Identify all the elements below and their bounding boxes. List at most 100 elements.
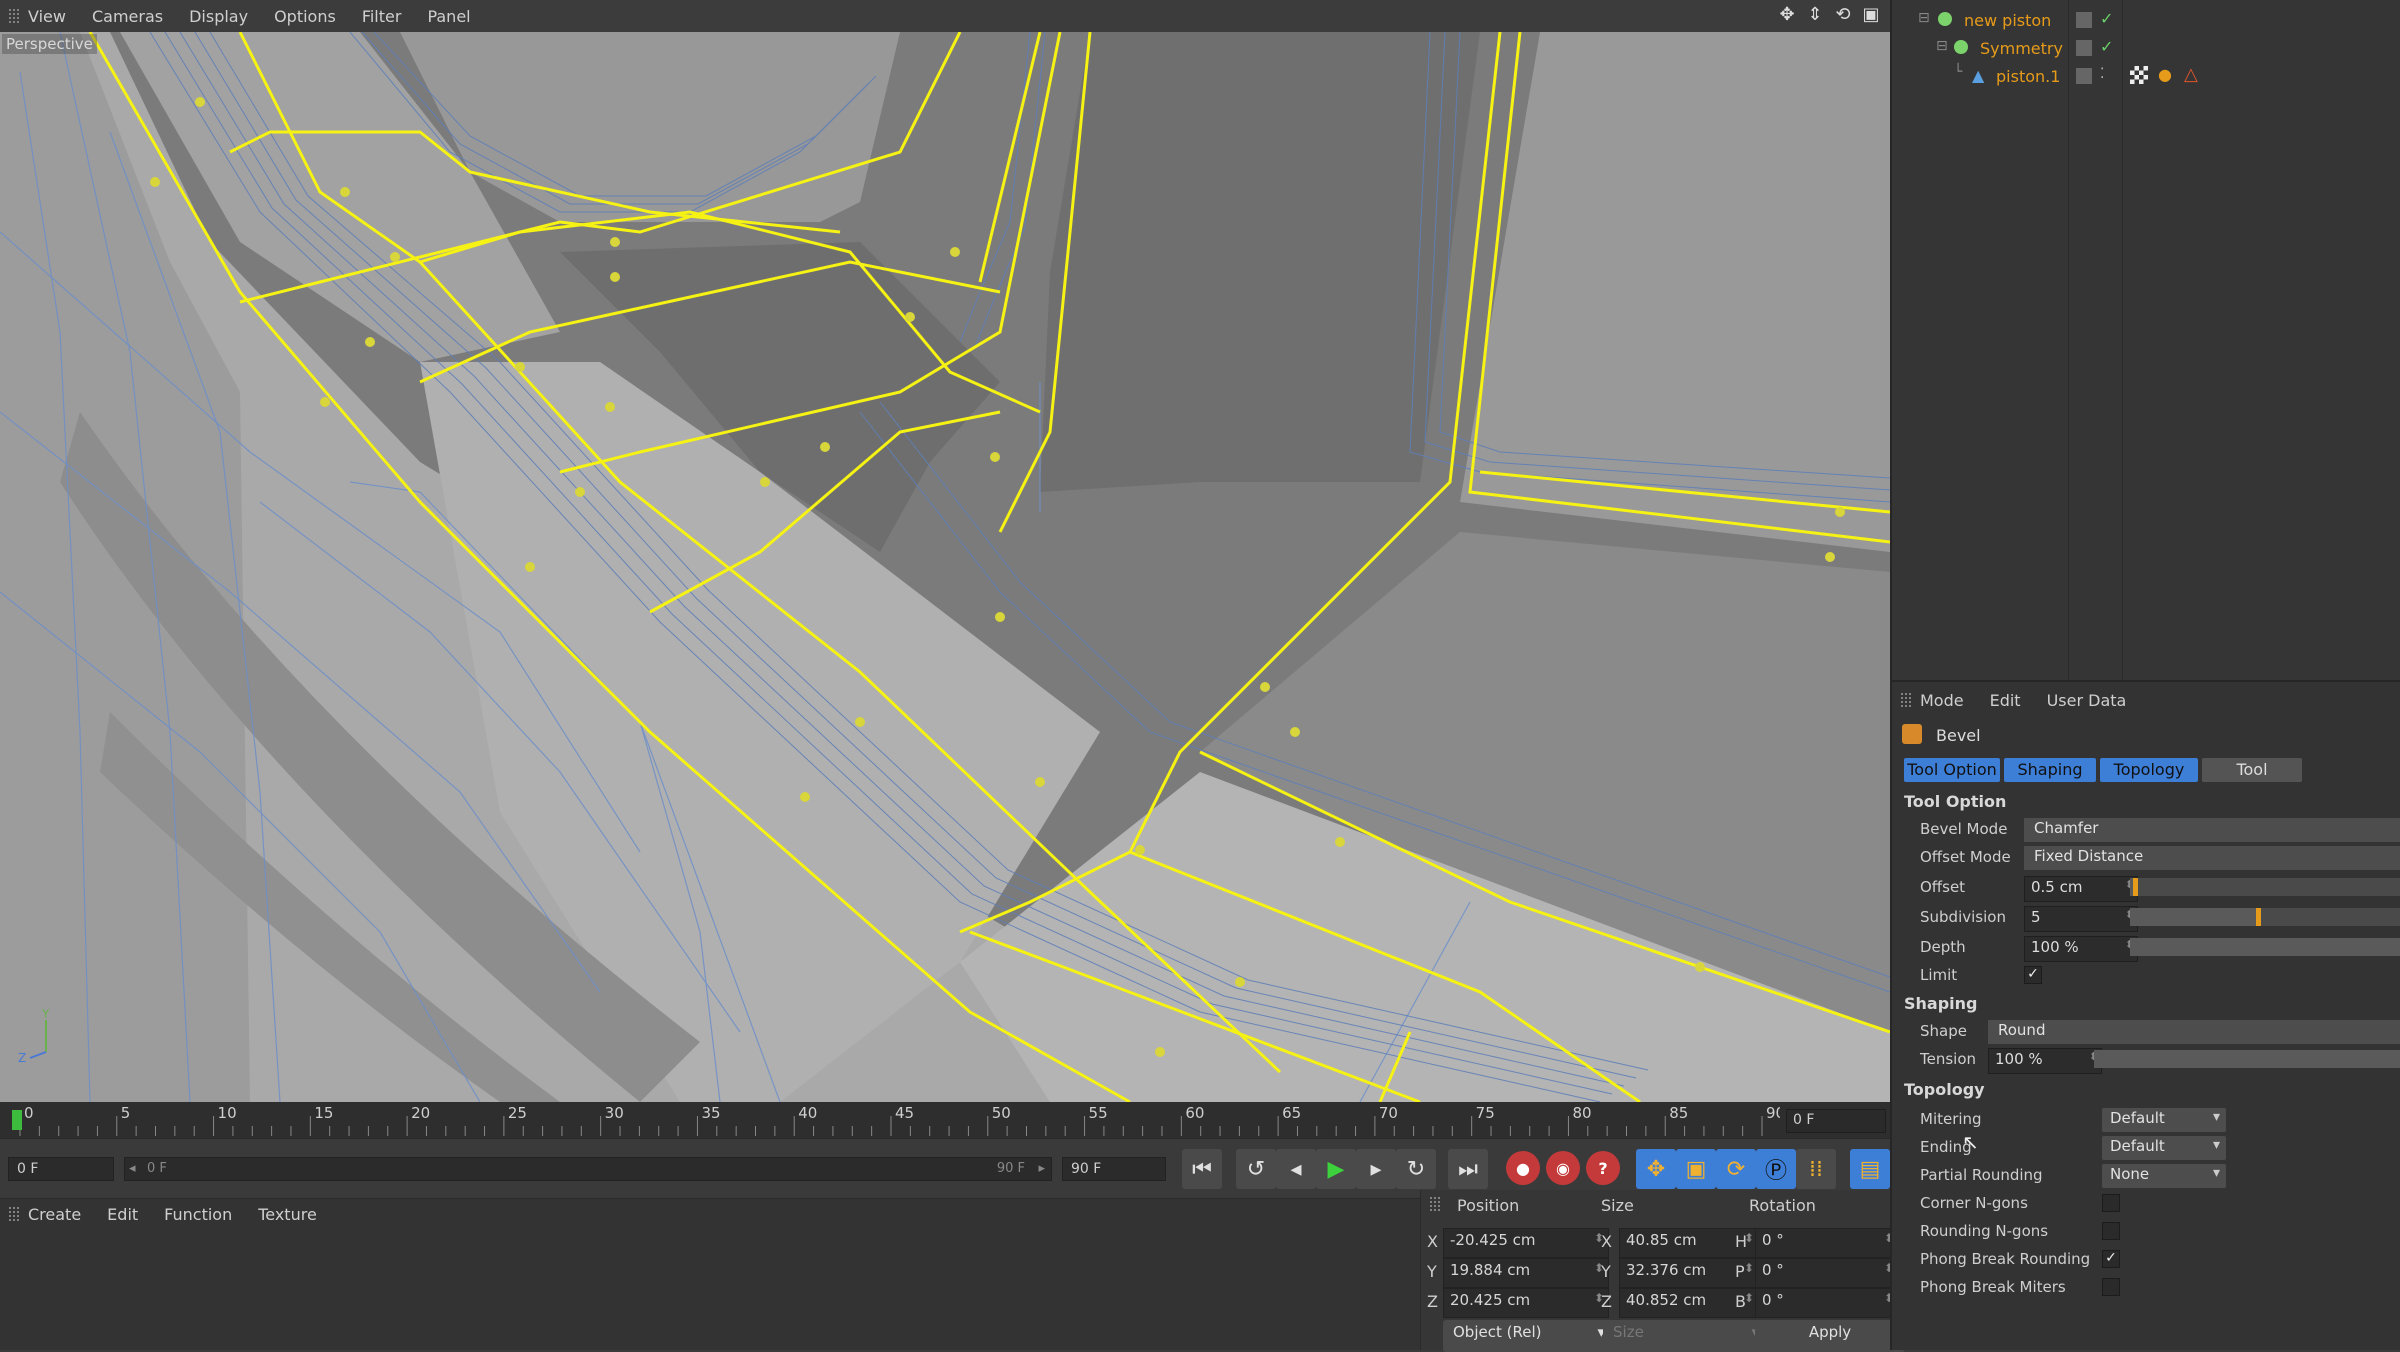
object-row-new-piston[interactable]: ⊟ new piston ✓ [1892,8,2400,36]
timeline-ticks[interactable]: 0 5 10 15 20 25 30 35 40 45 50 55 60 65 70 75 80 85 90 [0,1102,1780,1138]
play-icon[interactable]: ▶ [1316,1149,1356,1189]
layer-icon[interactable] [2076,68,2092,84]
warning-tag-icon[interactable]: △ [2184,64,2198,85]
enabled-check-icon[interactable]: ✓ [2100,9,2113,28]
rotation-h-field[interactable]: 0 ° [1755,1228,1899,1258]
layer-icon[interactable] [2076,12,2092,28]
step-back-icon[interactable]: ◂ [1276,1149,1316,1189]
phong-break-miters-checkbox[interactable] [2102,1278,2120,1296]
tab-topology[interactable]: Topology [2100,758,2198,782]
menu-filter[interactable]: Filter [362,7,402,26]
panel-grip-icon[interactable] [8,1206,20,1222]
ending-dropdown[interactable]: Default [2102,1136,2226,1160]
go-to-end-icon[interactable]: ⏭ [1448,1149,1488,1189]
apply-button[interactable]: Apply [1755,1320,1905,1352]
offset-mode-dropdown[interactable]: Fixed Distance [2024,846,2400,870]
range-right-arrow-icon[interactable]: ▸ [1038,1161,1045,1176]
depth-slider[interactable] [2130,938,2400,956]
point-level-icon[interactable]: ⁞⁞ [1796,1149,1836,1189]
rotate-icon[interactable]: ⟳ [1716,1149,1756,1189]
parameter-icon[interactable]: Ⓟ [1756,1149,1796,1189]
3d-scene[interactable]: Y Z [0,32,1890,1102]
timeline-ruler[interactable]: 0 5 10 15 20 25 30 35 40 45 50 55 60 65 70 75 80 85 90 0 F [0,1102,1890,1138]
go-to-start-icon[interactable]: ⏮ [1182,1149,1222,1189]
orbit-icon[interactable]: ⟲ [1832,4,1854,26]
object-manager[interactable]: ⊟ new piston ✓ ⊟ Symmetry ✓ └ ▲ piston.1… [1890,0,2400,680]
offset-slider[interactable] [2130,878,2400,896]
offset-slider-handle[interactable] [2133,878,2139,896]
current-frame-field[interactable]: 0 F [8,1157,114,1181]
menu-texture[interactable]: Texture [258,1205,317,1224]
viewport-panel[interactable]: View Cameras Display Options Filter Pane… [0,0,1890,1102]
viewport-camera-label[interactable]: Perspective [2,34,97,54]
rounding-ngons-checkbox[interactable] [2102,1222,2120,1240]
move-icon[interactable]: ✥ [1636,1149,1676,1189]
tab-tool-option[interactable]: Tool Option [1904,758,2000,782]
keyframe-selection-icon[interactable]: ? [1586,1151,1620,1185]
object-row-symmetry[interactable]: ⊟ Symmetry ✓ [1892,36,2400,64]
panel-grip-icon[interactable] [1900,692,1912,708]
object-name[interactable]: new piston [1964,11,2051,30]
tab-shaping[interactable]: Shaping [2004,758,2096,782]
next-key-icon[interactable]: ↻ [1396,1149,1436,1189]
texture-tag-icon[interactable] [2130,66,2148,84]
offset-field[interactable]: 0.5 cm [2024,876,2138,902]
tension-slider[interactable] [2094,1050,2400,1068]
menu-view[interactable]: View [28,7,66,26]
maximize-view-icon[interactable]: ▣ [1860,4,1882,26]
scale-icon[interactable]: ▣ [1676,1149,1716,1189]
expand-icon[interactable]: ⊟ [1918,10,1930,26]
position-x-field[interactable]: -20.425 cm [1443,1228,1609,1258]
tab-tool[interactable]: Tool [2202,758,2302,782]
auto-key-icon[interactable]: ◉ [1546,1151,1580,1185]
menu-options[interactable]: Options [274,7,336,26]
object-name[interactable]: piston.1 [1996,67,2060,86]
position-z-field[interactable]: 20.425 cm [1443,1288,1609,1318]
menu-panel[interactable]: Panel [427,7,470,26]
menu-user-data[interactable]: User Data [2047,691,2127,710]
panel-grip-icon[interactable] [8,8,20,24]
timeline-layout-icon[interactable]: ▤ [1850,1149,1890,1189]
material-manager[interactable]: Create Edit Function Texture [0,1198,1420,1350]
limit-checkbox[interactable]: ✓ [2024,966,2042,984]
dolly-icon[interactable]: ⇕ [1804,4,1826,26]
corner-ngons-checkbox[interactable] [2102,1194,2120,1212]
layer-icon[interactable] [2076,40,2092,56]
menu-display[interactable]: Display [189,7,248,26]
partial-rounding-dropdown[interactable]: None [2102,1164,2226,1188]
timeline-current-frame[interactable]: 0 F [1786,1109,1886,1133]
enabled-check-icon[interactable]: ✓ [2100,37,2113,56]
visibility-dots-icon[interactable]: ⁚ [2100,66,2104,82]
preview-range-slider[interactable]: ◂ 0 F 90 F ▸ [124,1157,1052,1181]
coordinate-mode-dropdown[interactable]: Object (Rel) ▾ [1443,1320,1613,1352]
rotation-p-field[interactable]: 0 ° [1755,1258,1899,1288]
phong-break-rounding-checkbox[interactable]: ✓ [2102,1250,2120,1268]
mitering-dropdown[interactable]: Default [2102,1108,2226,1132]
tension-field[interactable]: 100 % [1988,1048,2102,1074]
menu-create[interactable]: Create [28,1205,81,1224]
menu-function[interactable]: Function [164,1205,232,1224]
shape-dropdown[interactable]: Round [1988,1020,2400,1044]
depth-field[interactable]: 100 % [2024,936,2138,962]
menu-edit[interactable]: Edit [1990,691,2021,710]
object-row-piston[interactable]: └ ▲ piston.1 ⁚ ● △ [1892,64,2400,92]
size-mode-dropdown[interactable]: Size ▾ [1603,1320,1767,1352]
phong-tag-icon[interactable]: ● [2158,65,2172,84]
menu-edit[interactable]: Edit [107,1205,138,1224]
panel-grip-icon[interactable] [1429,1196,1441,1212]
bevel-mode-dropdown[interactable]: Chamfer [2024,818,2400,842]
record-icon[interactable]: ● [1506,1151,1540,1185]
end-frame-field[interactable]: 90 F [1062,1157,1166,1181]
range-left-arrow-icon[interactable]: ◂ [129,1161,136,1176]
position-y-field[interactable]: 19.884 cm [1443,1258,1609,1288]
timeline-playhead[interactable] [12,1110,22,1130]
step-forward-icon[interactable]: ▸ [1356,1149,1396,1189]
menu-cameras[interactable]: Cameras [92,7,163,26]
subdivision-slider-handle[interactable] [2255,908,2261,926]
previous-key-icon[interactable]: ↺ [1236,1149,1276,1189]
rotation-b-field[interactable]: 0 ° [1755,1288,1899,1318]
menu-mode[interactable]: Mode [1920,691,1964,710]
subdivision-slider[interactable] [2130,908,2400,926]
expand-icon[interactable]: ⊟ [1936,38,1948,54]
subdivision-field[interactable]: 5 [2024,906,2138,932]
